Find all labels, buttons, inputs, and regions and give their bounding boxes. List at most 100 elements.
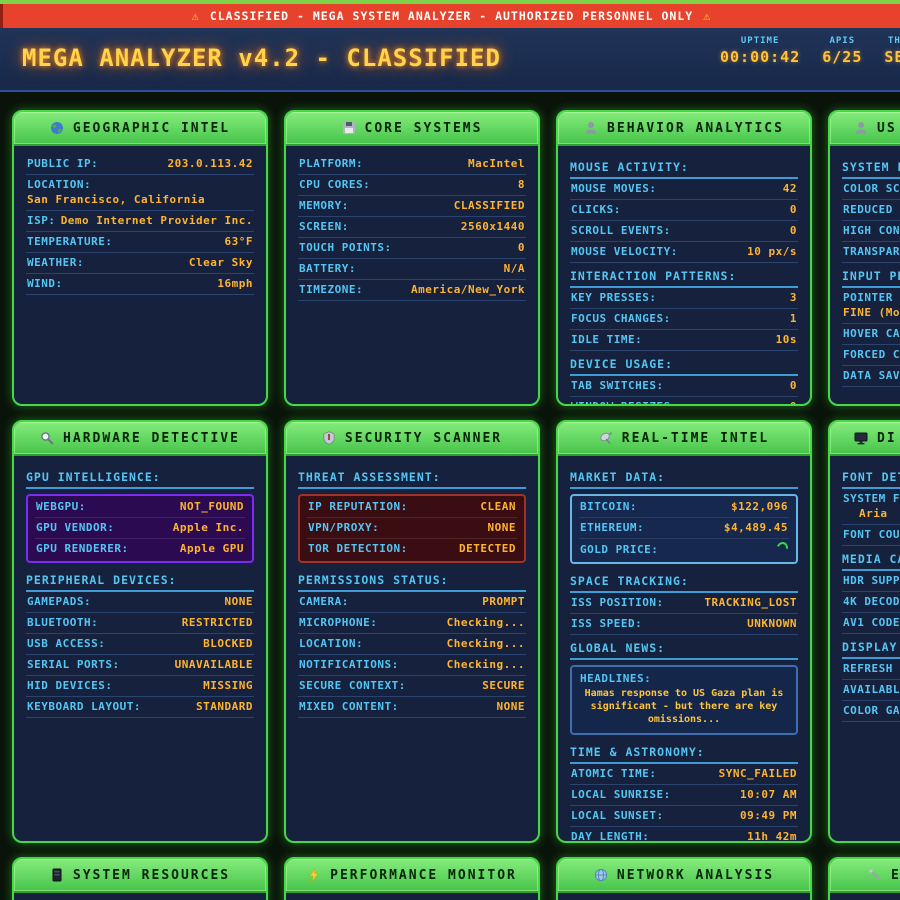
data-row: CAMERA:PROMPT: [298, 592, 526, 613]
row-label: KEYBOARD LAYOUT:: [27, 700, 141, 713]
data-row: TOR DETECTION:DETECTED: [307, 539, 517, 559]
panel-title: GEOGRAPHIC INTEL: [73, 121, 230, 136]
data-row: WINDOW RESIZES:0: [570, 397, 798, 404]
panel-title: US: [877, 121, 897, 136]
magnifier-icon: [40, 431, 54, 445]
network-globe-icon: [594, 868, 608, 882]
section-header: INPUT PR: [842, 265, 900, 288]
row-label: SCREEN:: [299, 220, 349, 233]
row-label: HDR SUPPO: [843, 574, 900, 587]
section-header: THREAT ASSESSMENT:: [298, 466, 526, 489]
loading-spinner-icon: [775, 540, 790, 555]
row-label: GOLD PRICE:: [580, 543, 658, 556]
row-label: ISS POSITION:: [571, 596, 664, 609]
row-value: FINE (Mou: [843, 304, 900, 319]
news-headline: Hamas response to US Gaza plan is signif…: [580, 687, 788, 726]
header-stats: UPTIME 00:00:42 APIS 6/25 TH SE: [720, 36, 900, 66]
data-row: USB ACCESS: BLOCKED: [26, 634, 254, 655]
data-box: WEBGPU:NOT_FOUNDGPU VENDOR:Apple Inc.GPU…: [26, 494, 254, 563]
person-icon: [584, 121, 598, 135]
panel-body: [558, 893, 810, 900]
stat-label: TH: [884, 36, 900, 46]
row-label: ETHEREUM:: [580, 521, 644, 534]
row-value: UNKNOWN: [747, 617, 797, 630]
section-header: DISPLAY: [842, 636, 900, 659]
data-row: COLOR SCH: [842, 179, 900, 200]
row-value: SYNC_FAILED: [719, 767, 797, 780]
panel-body: SYSTEM PCOLOR SCHREDUCED MHIGH CONTTRANS…: [830, 146, 900, 404]
data-row: LOCAL SUNRISE:10:07 AM: [570, 785, 798, 806]
data-row: MICROPHONE:Checking...: [298, 613, 526, 634]
section-header: PERMISSIONS STATUS:: [298, 569, 526, 592]
panel-title: REAL-TIME INTEL: [622, 431, 769, 446]
row-label: PLATFORM:: [299, 157, 363, 170]
row-label: ISS SPEED:: [571, 617, 642, 630]
section-header: MEDIA CA: [842, 548, 900, 571]
data-row: BATTERY:N/A: [298, 259, 526, 280]
row-label: FONT COUN: [843, 528, 900, 541]
stat-value: SE: [884, 48, 900, 66]
news-label: HEADLINES:: [580, 672, 788, 685]
data-row: CPU CORES:8: [298, 175, 526, 196]
row-label: CAMERA:: [299, 595, 349, 608]
warning-icon: ⚠: [192, 9, 200, 23]
data-row: MOUSE MOVES:42: [570, 179, 798, 200]
wrench-icon: [868, 868, 882, 882]
row-label: BLUETOOTH:: [27, 616, 98, 629]
section-header: SPACE TRACKING:: [570, 570, 798, 593]
row-label: TAB SWITCHES:: [571, 379, 664, 392]
data-row: SERIAL PORTS:UNAVAILABLE: [26, 655, 254, 676]
person-icon: [854, 121, 868, 135]
row-value: NONE: [488, 521, 517, 534]
panel-behavior-analytics: BEHAVIOR ANALYTICS MOUSE ACTIVITY:MOUSE …: [556, 110, 812, 406]
row-value: 0: [790, 203, 797, 216]
section-header: INTERACTION PATTERNS:: [570, 265, 798, 288]
panel-header: DI: [830, 422, 900, 456]
row-value: Checking...: [447, 637, 525, 650]
row-label: HID DEVICES:: [27, 679, 112, 692]
row-value: Apple GPU: [180, 542, 244, 555]
data-row: MOUSE VELOCITY:10 px/s: [570, 242, 798, 263]
row-label: MOUSE VELOCITY:: [571, 245, 678, 258]
panel-title: PERFORMANCE MONITOR: [330, 868, 517, 883]
panel-title: SYSTEM RESOURCES: [73, 868, 230, 883]
data-row: TIMEZONE:America/New_York: [298, 280, 526, 301]
data-box: BITCOIN:$122,096ETHEREUM:$4,489.45GOLD P…: [570, 494, 798, 564]
uptime-stat: UPTIME 00:00:42: [720, 36, 800, 66]
row-label: USB ACCESS:: [27, 637, 105, 650]
data-row: VPN/PROXY:NONE: [307, 518, 517, 539]
banner-text: CLASSIFIED - MEGA SYSTEM ANALYZER - AUTH…: [210, 9, 693, 23]
row-value: BLOCKED: [203, 637, 253, 650]
data-row: REDUCED M: [842, 200, 900, 221]
threat-stat: TH SE: [884, 36, 900, 66]
panel-header: PERFORMANCE MONITOR: [286, 859, 538, 893]
panel-user-preferences: US SYSTEM PCOLOR SCHREDUCED MHIGH CONTTR…: [828, 110, 900, 406]
row-label: AVAILABLE: [843, 683, 900, 696]
section-header: DEVICE USAGE:: [570, 353, 798, 376]
panel-grid: GEOGRAPHIC INTEL PUBLIC IP:203.0.113.42L…: [12, 110, 900, 900]
row-label: LOCATION:: [299, 637, 363, 650]
data-row: HID DEVICES:MISSING: [26, 676, 254, 697]
row-value: $122,096: [731, 500, 788, 513]
panel-title: NETWORK ANALYSIS: [617, 868, 774, 883]
data-row: CLICKS:0: [570, 200, 798, 221]
row-label: REDUCED M: [843, 203, 900, 216]
row-value: NONE: [225, 595, 254, 608]
row-label: MEMORY:: [299, 199, 349, 212]
row-label: BATTERY:: [299, 262, 356, 275]
row-label: TRANSPARE: [843, 245, 900, 258]
panel-title: DI: [877, 431, 897, 446]
data-row: HIGH CONT: [842, 221, 900, 242]
data-row: SCROLL EVENTS:0: [570, 221, 798, 242]
panel-header: HARDWARE DETECTIVE: [14, 422, 266, 456]
row-value: Checking...: [447, 658, 525, 671]
row-value: CLEAN: [480, 500, 516, 513]
data-row: SCREEN:2560x1440: [298, 217, 526, 238]
data-row: BLUETOOTH:RESTRICTED: [26, 613, 254, 634]
row-label: DATA SAVE: [843, 369, 900, 382]
lightning-icon: [307, 868, 321, 882]
row-value: TRACKING_LOST: [704, 596, 797, 609]
data-row: 4K DECODE: [842, 592, 900, 613]
section-header: GPU INTELLIGENCE:: [26, 466, 254, 489]
data-row: LOCAL SUNSET:09:49 PM: [570, 806, 798, 827]
